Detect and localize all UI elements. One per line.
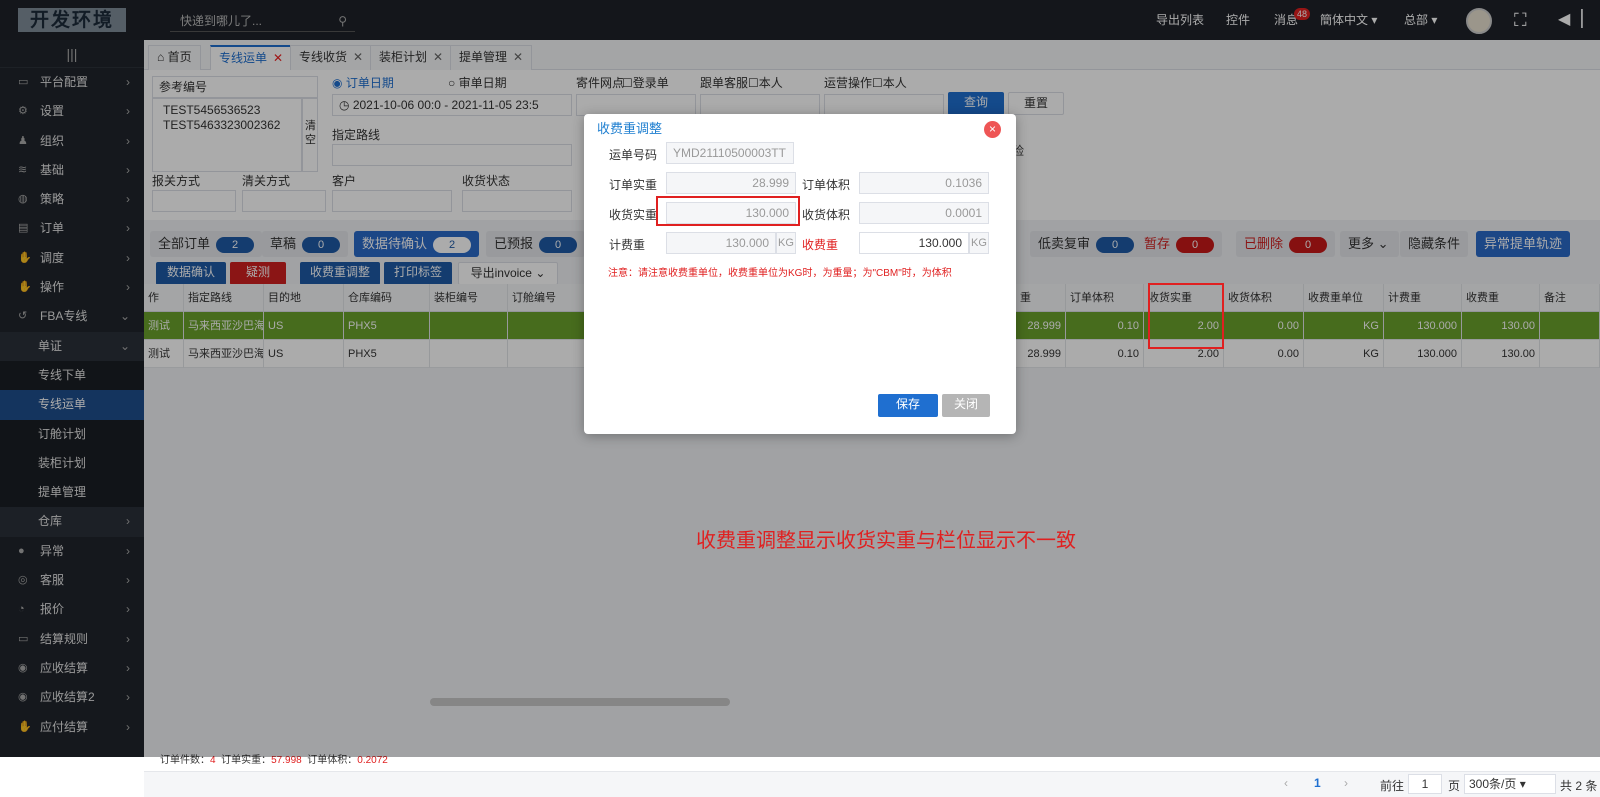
charge-weight-dialog: 收费重调整 × 运单号码 YMD21110500003TT 订单实重 28.99… [584, 114, 1016, 434]
recv-volume-input[interactable]: 0.0001 [859, 202, 989, 224]
order-weight-label: 订单实重 [609, 178, 658, 192]
page-unit-label: 页 [1448, 779, 1461, 793]
prev-page-button[interactable]: ‹ [1284, 776, 1288, 790]
waybill-input[interactable]: YMD21110500003TT [666, 142, 794, 164]
recv-weight-label: 收货实重 [609, 208, 658, 222]
charge-weight-unit: KG [969, 232, 989, 254]
next-page-button[interactable]: › [1344, 776, 1348, 790]
order-volume-label: 订单体积 [802, 178, 851, 192]
dialog-title: 收费重调整 [597, 121, 663, 136]
highlight-box [1148, 283, 1224, 349]
current-page[interactable]: 1 [1314, 776, 1321, 790]
recv-volume-label: 收货体积 [802, 208, 851, 222]
close-icon[interactable]: × [984, 121, 1001, 138]
annotation-text: 收费重调整显示收货实重与栏位显示不一致 [696, 528, 1076, 552]
pagination: ‹ 1 › 前往 1 页 300条/页 ▾ 共 2 条 [144, 771, 1600, 797]
bill-weight-input[interactable]: 130.000 [666, 232, 776, 254]
page-input[interactable]: 1 [1408, 774, 1442, 794]
bill-weight-unit: KG [776, 232, 796, 254]
bill-weight-label: 计费重 [609, 238, 646, 252]
order-weight-input[interactable]: 28.999 [666, 172, 796, 194]
page-size-select[interactable]: 300条/页 ▾ [1464, 774, 1556, 794]
unit-note: 注意：请注意收费重单位，收费重单位为KG时，为重量；为"CBM"时，为体积 [608, 268, 952, 279]
waybill-label: 运单号码 [609, 148, 658, 162]
cancel-button[interactable]: 关闭 [942, 394, 990, 417]
goto-label: 前往 [1380, 779, 1405, 793]
highlight-box [656, 196, 800, 226]
order-volume-input[interactable]: 0.1036 [859, 172, 989, 194]
save-button[interactable]: 保存 [878, 394, 938, 417]
charge-weight-label: 收费重 [802, 238, 839, 252]
total-label: 共 2 条 [1560, 779, 1598, 793]
charge-weight-input[interactable]: 130.000 [859, 232, 969, 254]
